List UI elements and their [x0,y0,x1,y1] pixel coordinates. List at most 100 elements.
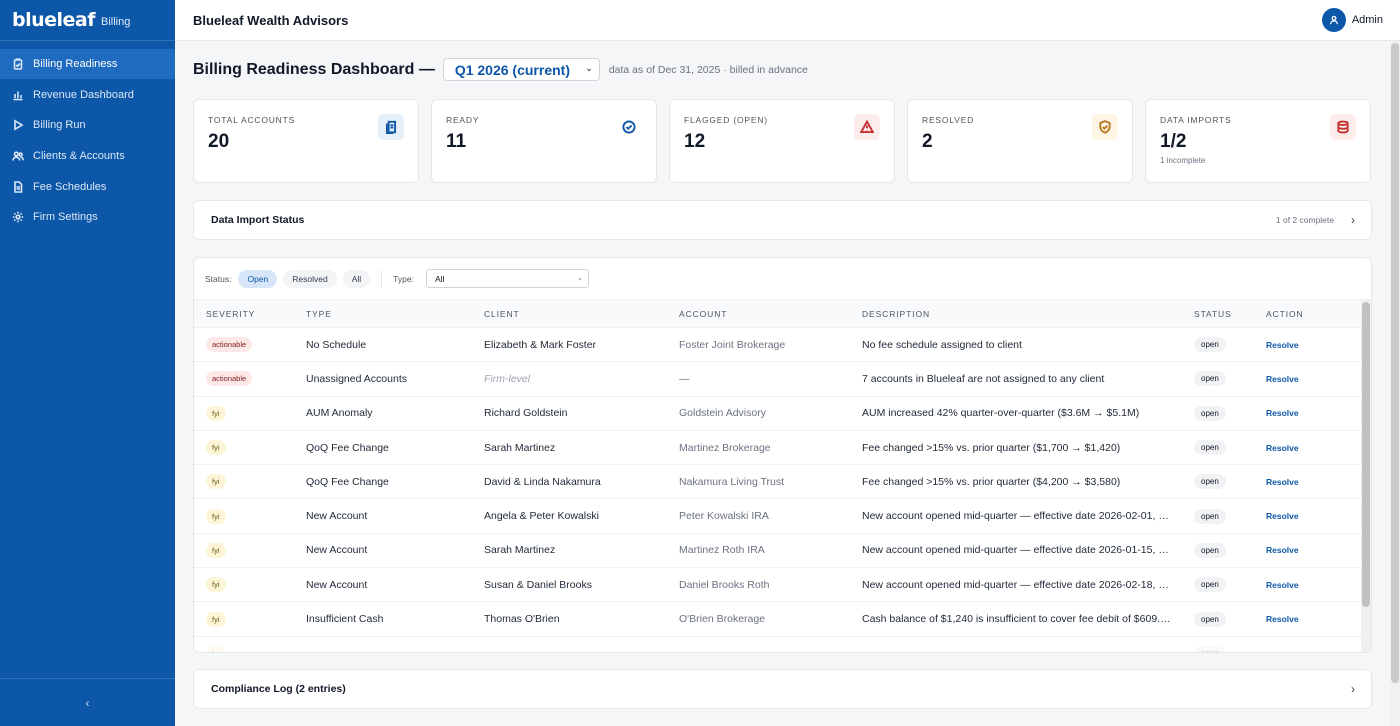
table-row: fyi open [194,637,1371,652]
status-badge: open [1194,611,1226,627]
type-cell: Insufficient Cash [306,613,384,626]
sidebar-item-label: Firm Settings [33,211,98,224]
warning-icon [854,114,880,140]
client-cell[interactable]: Firm-level [484,373,679,385]
sidebar-item-label: Billing Run [33,119,86,132]
collapse-sidebar-button[interactable]: ‹ [0,678,175,726]
resolve-button[interactable]: Resolve [1266,545,1299,555]
resolve-button[interactable]: Resolve [1266,340,1299,350]
user-icon [1329,15,1338,25]
quarter-select[interactable]: Q1 2026 (current) ⌄ [442,58,600,81]
status-filter-all[interactable]: All [342,269,371,288]
severity-cell: actionable [194,337,306,353]
table-scrollbar[interactable] [1361,300,1371,652]
client-cell[interactable]: Angela & Peter Kowalski [484,510,679,522]
user-name: Admin [1351,14,1383,26]
type-cell: New Account [306,510,368,523]
sidebar-item-billing-readiness[interactable]: Billing Readiness [0,49,175,79]
resolve-button[interactable]: Resolve [1266,408,1299,418]
resolve-button[interactable]: Resolve [1266,443,1299,453]
description-cell: No fee schedule assigned to client [862,338,1022,351]
account-cell: Peter Kowalski IRA [679,510,769,523]
issues-table: SEVERITY TYPE CLIENT ACCOUNT DESCRIPTION STAT… [194,300,1371,652]
status-badge: open [1194,645,1226,652]
resolve-button[interactable]: Resolve [1266,580,1299,590]
divider [381,269,383,288]
sidebar-item-clients-accounts[interactable]: Clients & Accounts [0,141,175,171]
table-row: fyi AUM Anomaly Richard Goldstein Goldstein… [194,397,1371,431]
status-filter-open[interactable]: Open [238,269,278,288]
sidebar-item-revenue-dashboard[interactable]: Revenue Dashboard [0,80,175,110]
chevron-right-icon: › [1351,682,1355,696]
stat-label: TOTAL ACCOUNTS [208,115,296,125]
table-body: actionable No Schedule Elizabeth & Mark Fo… [194,328,1371,652]
stat-value: 20 [208,131,230,152]
type-filter-select[interactable]: All ⌄ [425,269,589,288]
page-scroll-thumb[interactable] [1391,43,1399,683]
type-cell: New Account [306,578,368,591]
action-cell: Resolve [1253,407,1323,419]
status-filter-label: Status: [205,273,232,284]
action-cell: Resolve [1253,544,1323,556]
column-header-status: STATUS [1194,308,1232,319]
client-cell[interactable]: Thomas O'Brien [484,613,679,625]
table-row: fyi New Account Angela & Peter Kowalski Pet… [194,499,1371,534]
table-scroll-thumb[interactable] [1362,302,1370,607]
sidebar-item-billing-run[interactable]: Billing Run [0,110,175,140]
type-filter-label: Type: [393,273,414,284]
document-swap-icon [378,114,404,140]
action-cell: Resolve [1253,442,1323,454]
action-cell: Resolve [1253,510,1323,522]
stat-label: READY [446,115,480,125]
status-cell: open [1171,405,1253,421]
user-menu[interactable]: Admin [1321,8,1383,32]
document-icon [12,180,24,193]
top-header: Blueleaf Wealth Advisors Admin [175,0,1400,41]
stat-subtext: 1 incomplete [1160,156,1206,165]
column-header-action: ACTION [1266,308,1304,319]
description-cell: New account opened mid-quarter — effecti… [862,544,1171,557]
resolve-button[interactable]: Resolve [1266,511,1299,521]
client-cell[interactable]: Elizabeth & Mark Foster [484,339,679,351]
status-cell: open [1171,542,1253,558]
severity-cell: fyi [194,474,306,490]
severity-cell: fyi [194,508,306,524]
table-header: SEVERITY TYPE CLIENT ACCOUNT DESCRIPTION STAT… [194,300,1371,328]
data-as-of-note: data as of Dec 31, 2025 · billed in adva… [608,63,808,76]
description-cell: 7 accounts in Blueleaf are not assigned … [862,372,1105,385]
status-cell: open [1171,337,1253,353]
stat-card-flagged-open: FLAGGED (OPEN) 12 [669,99,895,183]
sidebar-item-fee-schedules[interactable]: Fee Schedules [0,172,175,202]
stat-value: 2 [922,131,933,152]
page-scrollbar[interactable] [1390,41,1400,726]
table-row: fyi QoQ Fee Change Sarah Martinez Martinez … [194,431,1371,466]
resolve-button[interactable]: Resolve [1266,477,1299,487]
type-cell: New Account [306,544,368,557]
client-cell[interactable]: Richard Goldstein [484,407,679,419]
brand-logo[interactable]: blueleaf [12,9,96,31]
severity-badge: fyi [206,405,226,421]
status-filter-resolved[interactable]: Resolved [283,269,337,288]
sidebar-item-firm-settings[interactable]: Firm Settings [0,202,175,232]
compliance-log-panel[interactable]: Compliance Log (2 entries) › [193,669,1372,709]
client-cell[interactable]: David & Linda Nakamura [484,476,679,488]
status-filter-pills: Open Resolved All [238,269,376,288]
resolve-button[interactable]: Resolve [1266,614,1299,624]
table-row: actionable Unassigned Accounts Firm-level —… [194,362,1371,397]
import-progress: 1 of 2 complete [1275,215,1334,225]
gear-icon [12,211,24,223]
client-cell[interactable]: Sarah Martinez [484,442,679,454]
data-import-status-panel[interactable]: Data Import Status 1 of 2 complete › [193,200,1372,240]
stat-card-data-imports: DATA IMPORTS 1/2 1 incomplete [1145,99,1371,183]
table-row: actionable No Schedule Elizabeth & Mark Fo… [194,328,1371,363]
stat-label: FLAGGED (OPEN) [684,115,768,125]
resolve-button[interactable]: Resolve [1266,374,1299,384]
account-cell: Martinez Roth IRA [679,544,765,557]
stat-label: RESOLVED [922,115,975,125]
client-cell[interactable]: Sarah Martinez [484,544,679,556]
sidebar-item-label: Billing Readiness [33,58,118,70]
stat-value: 1/2 [1160,131,1187,152]
sidebar-item-label: Revenue Dashboard [33,88,134,101]
check-circle-icon [616,114,642,140]
client-cell[interactable]: Susan & Daniel Brooks [484,579,679,591]
